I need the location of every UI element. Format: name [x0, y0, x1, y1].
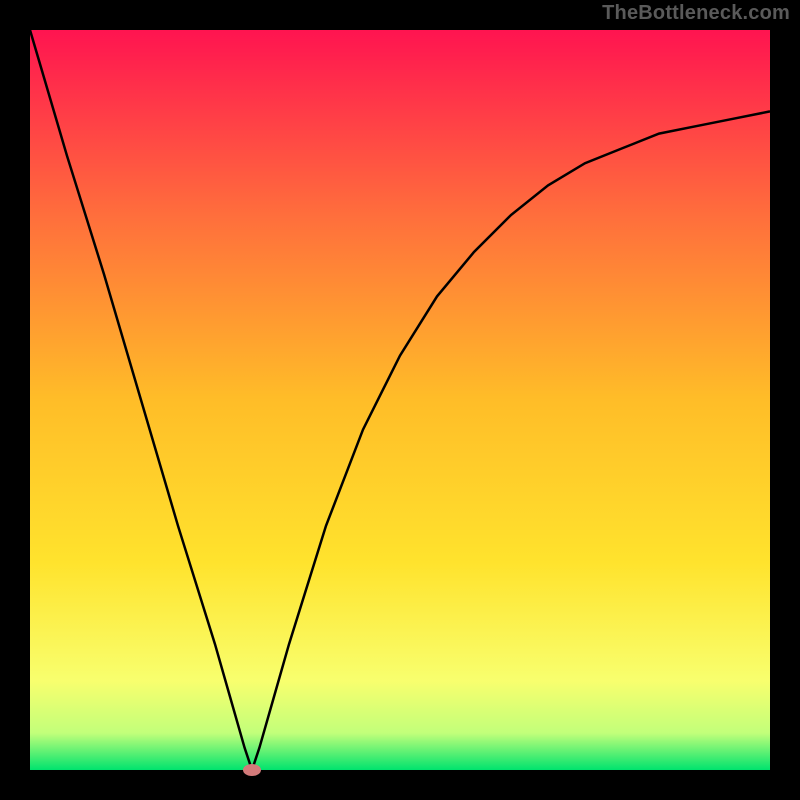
bottleneck-chart [0, 0, 800, 800]
chart-frame: TheBottleneck.com [0, 0, 800, 800]
marker-dot [243, 764, 261, 776]
watermark-text: TheBottleneck.com [602, 2, 790, 25]
